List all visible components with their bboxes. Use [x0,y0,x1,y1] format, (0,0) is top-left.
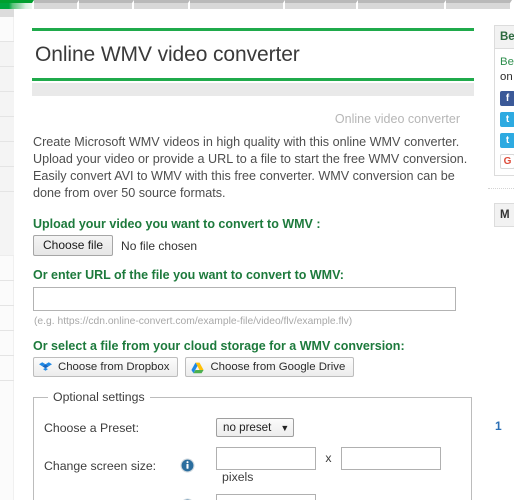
intro-paragraph: Create Microsoft WMV videos in high qual… [33,135,468,200]
list-item[interactable] [488,311,514,332]
google-drive-button-label: Choose from Google Drive [210,361,346,373]
left-rail-divider [0,280,14,281]
list-item[interactable] [488,248,514,269]
info-icon[interactable] [180,458,216,473]
tab-active[interactable] [0,0,34,9]
tab-6[interactable] [285,0,358,9]
list-item[interactable] [488,395,514,416]
sidebar-promo-box: Be Be on f t t G [494,25,514,176]
left-rail-divider [0,116,14,117]
top-navigation-bar [0,0,514,9]
dropbox-button-label: Choose from Dropbox [58,361,170,373]
title-grey-bar [32,83,474,96]
upload-heading: Upload your video you want to convert to… [33,217,321,231]
url-input[interactable] [33,287,456,311]
sidebar-promo-body: Be on f t t G [495,49,514,175]
file-chooser-row: Choose file No file chosen [33,235,474,256]
tab-5[interactable] [190,0,285,9]
tab-4[interactable] [134,0,190,9]
twitter-share-button[interactable]: t [500,112,514,127]
url-hint: (e.g. https://cdn.online-convert.com/exa… [34,316,353,327]
sidebar-list-title: M [494,203,514,227]
settings-table: Choose a Preset: no preset ▼ Change scre… [44,413,461,500]
sidebar-list: 1 [488,227,514,437]
preset-label: Choose a Preset: [44,420,140,435]
video-bitrate-info-cell [180,489,216,500]
left-rail-divider [0,66,14,67]
screen-width-input[interactable] [216,447,316,470]
sidebar-promo-title: Be [495,26,514,49]
left-rail-top-block [0,9,14,17]
size-separator: x [325,450,332,465]
dropbox-icon [39,361,52,374]
left-sidebar-rail [0,9,14,500]
left-rail-divider [0,355,14,356]
list-item[interactable] [488,353,514,374]
page-title: Online WMV video converter [35,43,300,66]
cloud-buttons-row: Choose from Dropbox Choose from Google D… [33,357,474,377]
cloud-heading: Or select a file from your cloud storage… [33,339,405,353]
google-plus-share-button[interactable]: G [500,154,514,169]
sidebar-divider [488,188,514,189]
tab-7[interactable] [358,0,446,9]
left-rail-panel [0,41,14,256]
google-drive-icon [191,361,205,374]
screen-height-input[interactable] [341,447,441,470]
optional-settings-fieldset: Optional settings Choose a Preset: no pr… [33,390,472,500]
left-rail-divider [0,191,14,192]
main-content: Online WMV video converter Online video … [14,9,488,500]
url-heading: Or enter URL of the file you want to con… [33,268,344,282]
sidebar-counter: 1 [495,419,502,433]
video-bitrate-control-cell: kbps [216,489,461,500]
preset-select-value: no preset [223,421,272,434]
list-item[interactable] [488,374,514,395]
choose-file-button[interactable]: Choose file [33,235,114,256]
choose-from-google-drive-button[interactable]: Choose from Google Drive [185,357,355,377]
screen-size-control-cell: x pixels [216,442,461,489]
left-rail-divider [0,41,14,42]
tab-8[interactable] [446,0,512,9]
sidebar-promo-line-2: on [500,71,513,83]
preset-info-cell [180,413,216,442]
list-item[interactable] [488,290,514,311]
left-rail-divider [0,141,14,142]
preset-row: Choose a Preset: no preset ▼ [44,413,461,442]
pixels-unit-label: pixels [222,470,254,484]
right-sidebar: Be Be on f t t G M 1 [488,9,514,500]
sidebar-promo-line-1[interactable]: Be [500,55,514,70]
chevron-down-icon: ▼ [280,422,290,433]
screen-size-row: Change screen size: x pixels [44,442,461,489]
breadcrumb: Online video converter [334,112,460,126]
no-file-chosen-label: No file chosen [121,238,198,253]
optional-settings-legend: Optional settings [53,390,145,404]
choose-from-dropbox-button[interactable]: Choose from Dropbox [33,357,179,377]
preset-select[interactable]: no preset ▼ [216,418,295,437]
twitter-share-button-2[interactable]: t [500,133,514,148]
title-bottom-rule [32,78,474,81]
left-rail-divider [0,380,14,381]
left-rail-divider [0,305,14,306]
screen-size-info-cell [180,442,216,489]
left-rail-divider [0,166,14,167]
tab-2[interactable] [34,0,79,9]
facebook-share-button[interactable]: f [500,91,514,106]
video-bitrate-input[interactable] [216,494,316,500]
left-rail-divider [0,330,14,331]
tab-3[interactable] [79,0,134,9]
preset-control-cell: no preset ▼ [216,413,461,442]
list-item[interactable] [488,332,514,353]
list-item[interactable] [488,269,514,290]
video-bitrate-row: Change video bitrate: kbps [44,489,461,500]
list-item[interactable] [488,227,514,248]
left-rail-divider [0,91,14,92]
screen-size-label: Change screen size: [44,458,157,473]
video-bitrate-label: Change video bitrate: [44,489,180,500]
